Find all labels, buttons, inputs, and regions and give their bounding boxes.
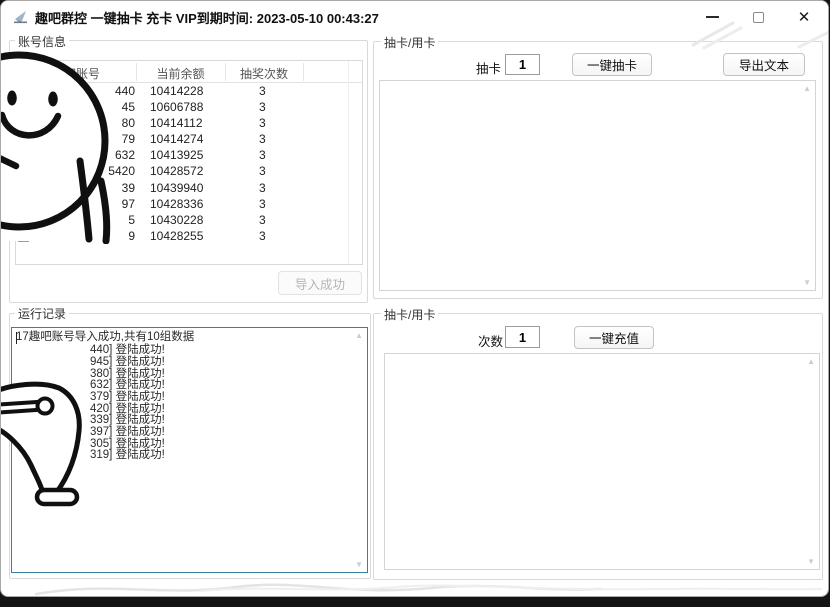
cell-draws: 3 (259, 84, 266, 98)
log-line: 17趣吧账号导入成功,共有10组数据 (16, 331, 194, 343)
cell-balance: 10428336 (150, 197, 203, 211)
app-icon (14, 9, 29, 24)
log-panel-label: 运行记录 (15, 305, 69, 322)
log-line: 632] 登陆成功! (90, 379, 165, 391)
cell-account: 440 (16, 84, 135, 98)
scroll-up-icon[interactable]: ▲ (807, 357, 815, 366)
cell-balance: 10428255 (150, 229, 203, 243)
table-row[interactable]: 5 10430228 3 (16, 213, 362, 228)
cell-account: 80 (16, 116, 135, 130)
minimize-icon (706, 16, 719, 18)
cell-balance: 10606788 (150, 100, 203, 114)
cell-account: 39 (16, 181, 135, 195)
maximize-icon (753, 12, 764, 23)
one-key-recharge-button[interactable]: 一键充值 (574, 326, 654, 349)
minimize-button[interactable] (695, 4, 729, 30)
cell-draws: 3 (259, 229, 266, 243)
title-bar: 趣吧群控 一键抽卡 充卡 VIP到期时间: 2023-05-10 00:43:2… (1, 1, 828, 31)
cell-account: 5 (16, 213, 135, 227)
cell-balance: 10439940 (150, 181, 203, 195)
draw-count-label: 抽卡 (476, 58, 501, 77)
export-text-button[interactable]: 导出文本 (723, 53, 805, 76)
recharge-count-input[interactable] (505, 326, 540, 348)
maximize-button[interactable] (741, 4, 775, 30)
account-table[interactable]: 趣吧账号 当前余额 抽奖次数 440104142283 45106067883 … (15, 60, 363, 265)
log-textarea[interactable]: 17趣吧账号导入成功,共有10组数据 440] 登陆成功! 945] 登陆成功!… (11, 327, 368, 573)
close-button[interactable]: ✕ (787, 4, 821, 30)
recharge-count-label: 次数 (478, 331, 503, 350)
account-panel-label: 账号信息 (15, 33, 69, 50)
header-divider (225, 63, 226, 81)
log-line: 397] 登陆成功! (90, 426, 165, 438)
table-row[interactable]: 39 10439940 3 (16, 181, 362, 196)
draw-panel-label: 抽卡/用卡 (381, 34, 438, 51)
scroll-down-icon[interactable]: ▼ (807, 557, 815, 566)
app-window: 趣吧群控 一键抽卡 充卡 VIP到期时间: 2023-05-10 00:43:2… (0, 0, 829, 597)
log-line: 319] 登陆成功! (90, 449, 165, 461)
table-row[interactable]: 9 10428255 3 (16, 229, 362, 244)
cell-draws: 3 (259, 164, 266, 178)
log-line: 945] 登陆成功! (90, 356, 165, 368)
window-title: 趣吧群控 一键抽卡 充卡 VIP到期时间: 2023-05-10 00:43:2… (35, 8, 379, 27)
table-row[interactable]: 80 10414112 3 (16, 116, 362, 131)
cell-balance: 10414228 (150, 84, 203, 98)
cell-account: 97 (16, 197, 135, 211)
cell-balance: 10428572 (150, 164, 203, 178)
recharge-panel-label: 抽卡/用卡 (381, 306, 438, 323)
table-row[interactable]: 45 10606788 3 (16, 100, 362, 115)
cell-account: 632 (16, 148, 135, 162)
scroll-down-icon[interactable]: ▼ (355, 560, 363, 569)
header-divider (136, 63, 137, 81)
table-row[interactable]: 440 10414228 3 (16, 84, 362, 99)
column-header-balance[interactable]: 当前余额 (136, 65, 225, 82)
cell-balance: 10414274 (150, 132, 203, 146)
column-header-draws[interactable]: 抽奖次数 (225, 65, 303, 82)
cell-draws: 3 (259, 197, 266, 211)
cell-draws: 3 (259, 132, 266, 146)
cell-balance: 10430228 (150, 213, 203, 227)
cell-draws: 3 (259, 181, 266, 195)
cell-draws: 3 (259, 148, 266, 162)
account-table-header: 趣吧账号 当前余额 抽奖次数 (16, 61, 362, 83)
column-header-account[interactable]: 趣吧账号 (16, 65, 136, 82)
table-row[interactable]: 97 10428336 3 (16, 197, 362, 212)
cell-account: 45 (16, 100, 135, 114)
log-line: 339] 登陆成功! (90, 414, 165, 426)
scroll-down-icon[interactable]: ▼ (803, 278, 811, 287)
header-divider (303, 63, 304, 81)
cell-balance: 10413925 (150, 148, 203, 162)
cell-draws: 3 (259, 116, 266, 130)
import-status-button[interactable]: 导入成功 (278, 271, 362, 295)
one-key-draw-button[interactable]: 一键抽卡 (572, 53, 652, 76)
log-line: 379] 登陆成功! (90, 391, 165, 403)
table-row[interactable]: 79 10414274 3 (16, 132, 362, 147)
row-checkbox[interactable] (18, 231, 29, 242)
table-row[interactable]: 632 10413925 3 (16, 148, 362, 163)
cell-account: 5420 (16, 164, 135, 178)
cell-account: 79 (16, 132, 135, 146)
recharge-result-textarea[interactable]: ▲ ▼ (384, 353, 820, 570)
draw-count-input[interactable] (505, 54, 540, 75)
cell-draws: 3 (259, 213, 266, 227)
draw-result-textarea[interactable]: ▲ ▼ (379, 80, 816, 291)
cell-draws: 3 (259, 100, 266, 114)
scroll-up-icon[interactable]: ▲ (803, 84, 811, 93)
scroll-up-icon[interactable]: ▲ (355, 331, 363, 340)
cell-account: 9 (16, 229, 135, 243)
log-line: 440] 登陆成功! (90, 344, 165, 356)
table-row[interactable]: 5420 10428572 3 (16, 164, 362, 179)
cell-balance: 10414112 (150, 116, 203, 130)
close-icon: ✕ (798, 10, 811, 25)
